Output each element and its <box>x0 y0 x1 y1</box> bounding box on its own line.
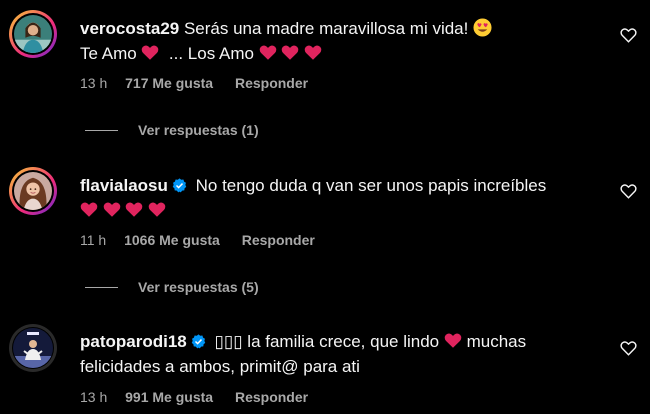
comment-message: No tengo duda q van ser unos papis incre… <box>195 176 547 195</box>
comment-meta: 11 h 1066 Me gusta Responder <box>80 232 333 248</box>
likes-count[interactable]: 1066 Me gusta <box>124 232 220 248</box>
comment-message-line2: Te Amo <box>80 44 137 63</box>
comment-message-line2: felicidades a ambos, primit@ para ati <box>80 357 360 376</box>
replies-divider <box>85 129 118 131</box>
heart-emoji-icon <box>304 44 322 61</box>
heart-emoji-icon <box>103 201 121 218</box>
comment-message-line2b: ... Los Amo <box>168 44 254 63</box>
replies-divider <box>85 286 118 288</box>
heart-emoji-icon <box>141 44 159 61</box>
comment-message: la familia crece, que lindo <box>247 332 440 351</box>
comment-time: 11 h <box>80 232 107 248</box>
heart-emoji-icon <box>444 332 462 349</box>
comment-message: Serás una madre maravillosa mi vida! <box>183 19 469 38</box>
like-heart-icon[interactable] <box>620 183 637 199</box>
likes-count[interactable]: 717 Me gusta <box>125 75 213 91</box>
heart-emoji-icon <box>125 201 143 218</box>
unsupported-glyphs: ▯▯▯ <box>214 332 243 351</box>
comment-text: flavialaosu No tengo duda q van ser unos… <box>80 173 600 223</box>
comment-time: 13 h <box>80 389 108 405</box>
view-replies-button[interactable]: Ver respuestas (1) <box>85 122 259 138</box>
avatar[interactable] <box>9 10 57 58</box>
comment-text: verocosta29 Serás una madre maravillosa … <box>80 16 600 66</box>
verified-badge-icon <box>172 175 187 193</box>
view-replies-label[interactable]: Ver respuestas (5) <box>138 279 259 295</box>
avatar-photo <box>14 172 52 210</box>
username[interactable]: verocosta29 <box>80 19 179 38</box>
heart-emoji-icon <box>281 44 299 61</box>
view-replies-label[interactable]: Ver respuestas (1) <box>138 122 259 138</box>
avatar-photo <box>14 15 52 53</box>
heart-emoji-icon <box>148 201 166 218</box>
heart-eyes-emoji-icon <box>473 18 492 37</box>
view-replies-button[interactable]: Ver respuestas (5) <box>85 279 259 295</box>
reply-button[interactable]: Responder <box>235 389 308 405</box>
comment-meta: 13 h 991 Me gusta Responder <box>80 389 326 405</box>
heart-emoji-icon <box>80 201 98 218</box>
comment-text: patoparodi18 ▯▯▯ la familia crece, que l… <box>80 329 600 379</box>
like-heart-icon[interactable] <box>620 340 637 356</box>
verified-badge-icon <box>191 331 206 349</box>
comment-message-b: muchas <box>466 332 527 351</box>
heart-emoji-icon <box>259 44 277 61</box>
username[interactable]: flavialaosu <box>80 176 168 195</box>
comment-time: 13 h <box>80 75 108 91</box>
avatar[interactable] <box>9 167 57 215</box>
avatar-photo <box>13 328 53 368</box>
likes-count[interactable]: 991 Me gusta <box>125 389 213 405</box>
comment-meta: 13 h 717 Me gusta Responder <box>80 75 326 91</box>
reply-button[interactable]: Responder <box>235 75 308 91</box>
like-heart-icon[interactable] <box>620 27 637 43</box>
avatar[interactable] <box>9 324 57 372</box>
username[interactable]: patoparodi18 <box>80 332 187 351</box>
reply-button[interactable]: Responder <box>242 232 315 248</box>
